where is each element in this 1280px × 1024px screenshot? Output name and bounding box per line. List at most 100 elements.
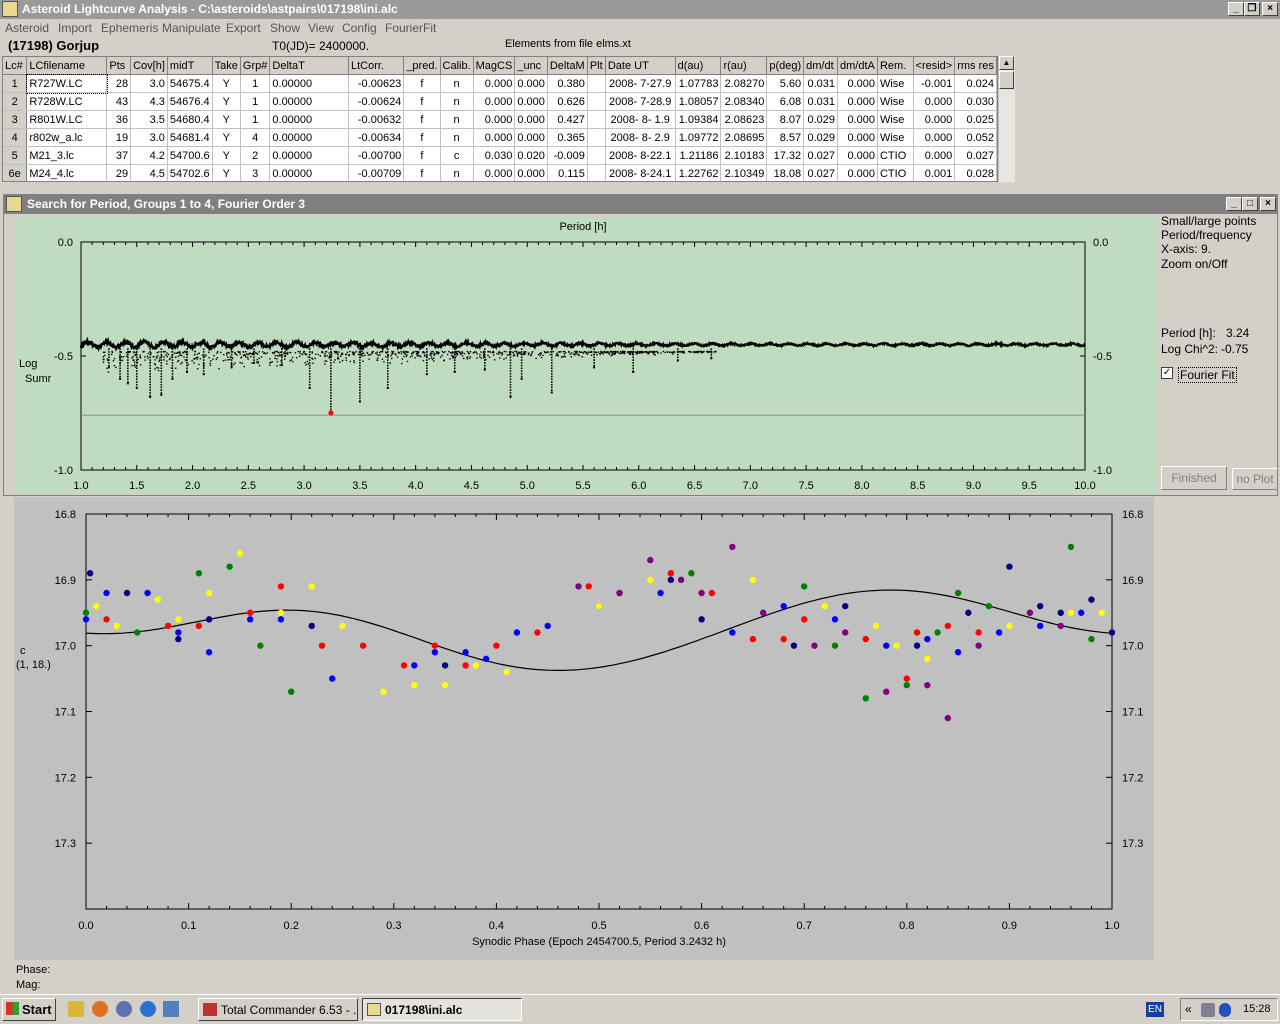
table-cell[interactable]: 2.08270 — [720, 74, 768, 93]
table-cell[interactable]: M21_3.lc — [26, 146, 108, 165]
bluetooth-icon[interactable] — [1219, 1003, 1231, 1017]
table-cell[interactable]: -0.00700 — [348, 146, 405, 165]
period-close-button[interactable]: × — [1260, 197, 1276, 211]
table-cell[interactable]: 17.32 — [766, 146, 805, 165]
table-cell[interactable]: 0.000 — [514, 74, 548, 93]
table-cell[interactable]: 2008- 7-27.9 — [605, 74, 676, 93]
table-cell[interactable]: 4 — [240, 128, 271, 147]
mail-icon[interactable] — [116, 1001, 132, 1017]
table-cell[interactable] — [587, 146, 606, 165]
table-cell[interactable]: 0.000 — [473, 164, 516, 181]
table-cell[interactable]: -0.00624 — [348, 92, 405, 111]
table-cell[interactable]: 54676.4 — [167, 92, 213, 111]
table-cell[interactable]: -0.00632 — [348, 110, 405, 129]
scroll-up-button[interactable]: ▲ — [999, 56, 1014, 70]
table-cell[interactable]: 0.001 — [913, 164, 956, 181]
close-button[interactable]: × — [1262, 2, 1278, 16]
column-header[interactable]: Rem. — [877, 57, 914, 75]
x-axis-option[interactable]: X-axis: 9. — [1161, 242, 1211, 256]
column-header[interactable]: dm/dt — [803, 57, 838, 75]
table-cell[interactable]: 1.22762 — [675, 164, 722, 181]
table-cell[interactable]: 0.000 — [837, 110, 878, 129]
table-row[interactable]: 1 R727W.LC 28 3.0 54675.4 Y 1 0.00000 -0.00623 f n… — [3, 73, 997, 94]
table-row[interactable]: 6e M24_4.lc 29 4.5 54702.6 Y 3 0.00000 -0.00709 f… — [3, 164, 997, 181]
table-cell[interactable]: 0.00000 — [269, 92, 349, 111]
table-cell[interactable]: 0.00000 — [269, 74, 349, 93]
table-cell[interactable]: 0.000 — [837, 128, 878, 147]
table-cell[interactable]: 0.029 — [803, 110, 838, 129]
table-cell[interactable]: 0.000 — [837, 164, 878, 181]
column-header[interactable]: Pts — [106, 57, 132, 75]
menu-export[interactable]: Export — [226, 21, 261, 35]
finished-button[interactable]: Finished — [1161, 466, 1227, 490]
table-cell[interactable]: 6.08 — [766, 92, 805, 111]
table-cell[interactable]: 0.000 — [837, 74, 878, 93]
table-cell[interactable]: 3.0 — [130, 74, 168, 93]
table-cell[interactable]: 4.5 — [130, 164, 168, 181]
table-cell[interactable]: 28 — [106, 74, 132, 93]
internet-explorer-icon[interactable] — [140, 1001, 156, 1017]
table-cell[interactable] — [587, 164, 606, 181]
column-header[interactable]: Date UT — [605, 57, 676, 75]
menu-import[interactable]: Import — [58, 21, 92, 35]
table-cell[interactable]: 54681.4 — [167, 128, 213, 147]
column-header[interactable]: LtCorr. — [348, 57, 405, 75]
table-cell[interactable]: 54680.4 — [167, 110, 213, 129]
table-cell[interactable]: 54702.6 — [167, 164, 213, 181]
table-cell[interactable]: 0.020 — [514, 146, 548, 165]
table-cell[interactable]: Wise — [877, 92, 914, 111]
column-header[interactable]: p(deg) — [766, 57, 805, 75]
table-cell[interactable]: 0.031 — [803, 74, 838, 93]
table-cell[interactable]: 0.027 — [954, 146, 997, 165]
column-header[interactable]: MagCS — [473, 57, 516, 75]
table-cell[interactable]: 0.000 — [913, 146, 956, 165]
table-cell[interactable]: CTIO — [877, 164, 914, 181]
table-cell[interactable]: 0.000 — [837, 146, 878, 165]
menu-config[interactable]: Config — [342, 21, 377, 35]
table-cell[interactable]: 0.626 — [547, 92, 588, 111]
table-cell[interactable] — [587, 74, 606, 93]
table-cell[interactable]: 2.08623 — [720, 110, 768, 129]
table-cell[interactable]: 1.07783 — [675, 74, 722, 93]
table-cell[interactable]: 0.030 — [473, 146, 516, 165]
table-cell[interactable]: f — [403, 146, 441, 165]
table-cell[interactable]: 0.052 — [954, 128, 997, 147]
table-cell[interactable]: 0.000 — [473, 74, 516, 93]
table-cell[interactable]: Y — [212, 110, 241, 129]
table-cell[interactable]: 36 — [106, 110, 132, 129]
table-cell[interactable]: 0.031 — [803, 92, 838, 111]
table-cell[interactable]: 0.00000 — [269, 164, 349, 181]
table-cell[interactable]: 0.000 — [473, 92, 516, 111]
menu-view[interactable]: View — [308, 21, 334, 35]
table-cell[interactable]: 3 — [3, 110, 28, 129]
firefox-icon[interactable] — [92, 1001, 108, 1017]
table-cell[interactable]: 0.027 — [803, 164, 838, 181]
table-cell[interactable]: -0.00709 — [348, 164, 405, 181]
table-cell[interactable]: n — [440, 128, 474, 147]
table-cell[interactable]: 0.030 — [954, 92, 997, 111]
table-cell[interactable]: Y — [212, 164, 241, 181]
column-header[interactable]: Cov[h] — [130, 57, 168, 75]
period-maximize-button[interactable]: □ — [1242, 197, 1258, 211]
table-cell[interactable]: 2.10349 — [720, 164, 768, 181]
table-cell[interactable]: Wise — [877, 128, 914, 147]
period-frequency-option[interactable]: Period/frequency — [1161, 228, 1252, 242]
table-cell[interactable]: 1 — [240, 110, 271, 129]
table-row[interactable]: 4 r802w_a.lc 19 3.0 54681.4 Y 4 0.00000 -0.00634… — [3, 128, 997, 147]
table-cell[interactable]: 2008- 8- 2.9 — [605, 128, 676, 147]
table-cell[interactable]: 1.09772 — [675, 128, 722, 147]
column-header[interactable]: midT — [167, 57, 213, 75]
table-cell[interactable] — [587, 128, 606, 147]
column-header[interactable]: dm/dtA — [837, 57, 878, 75]
table-cell[interactable]: 3.5 — [130, 110, 168, 129]
table-cell[interactable]: 0.000 — [913, 110, 956, 129]
tray-network-icon[interactable] — [1201, 1003, 1215, 1017]
table-row[interactable]: 3 R801W.LC 36 3.5 54680.4 Y 1 0.00000 -0.00632 f n… — [3, 110, 997, 129]
language-indicator[interactable]: EN — [1146, 1002, 1164, 1017]
table-cell[interactable]: 6e — [3, 164, 28, 181]
table-cell[interactable]: 3 — [240, 164, 271, 181]
table-cell[interactable]: 0.024 — [954, 74, 997, 93]
table-cell[interactable]: 0.365 — [547, 128, 588, 147]
table-cell[interactable]: 0.000 — [913, 128, 956, 147]
table-cell[interactable]: 19 — [106, 128, 132, 147]
